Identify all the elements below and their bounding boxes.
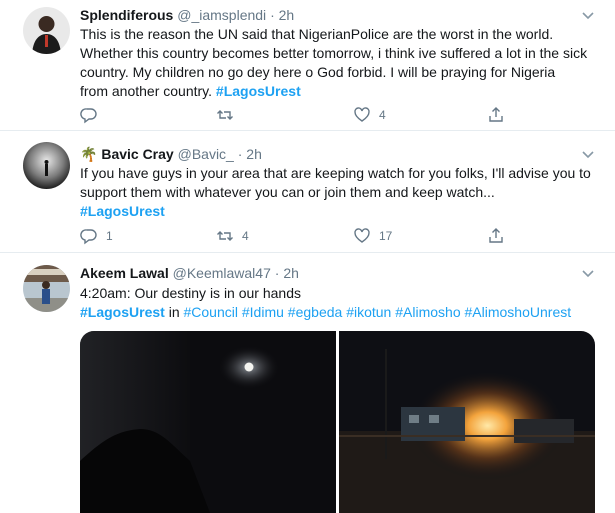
- display-name[interactable]: Bavic Cray: [101, 146, 173, 162]
- avatar[interactable]: [23, 265, 70, 312]
- hashtag-link[interactable]: #Idimu: [242, 304, 284, 320]
- avatar-image: [23, 142, 70, 189]
- tweet-line: If you have guys in your area that are k…: [80, 165, 591, 181]
- reply-button[interactable]: 1: [80, 227, 113, 245]
- avatar[interactable]: [23, 7, 70, 54]
- hashtag-link[interactable]: #LagosUrest: [80, 304, 165, 320]
- heart-icon: [354, 107, 370, 122]
- street-fire-photo: [339, 331, 595, 513]
- like-button[interactable]: 17: [353, 227, 392, 245]
- tweet-header: Splendiferous @_iamsplendi · 2h: [80, 6, 294, 24]
- reply-button[interactable]: [80, 106, 106, 124]
- tweet-media: [80, 331, 595, 513]
- media-photo-2[interactable]: [339, 331, 595, 513]
- tweet-line: Whether this country becomes better tomo…: [80, 45, 588, 61]
- like-count: 17: [379, 229, 393, 243]
- tweet-line: 4:20am: Our destiny is in our hands: [80, 285, 302, 301]
- display-name[interactable]: Akeem Lawal: [80, 265, 169, 281]
- hashtag-link[interactable]: #egbeda: [288, 304, 343, 320]
- retweet-icon: [217, 110, 233, 120]
- timestamp[interactable]: 2h: [283, 265, 299, 281]
- retweet-button[interactable]: 4: [216, 227, 249, 245]
- tweet-line: #LagosUrest in #Council #Idimu #egbeda #…: [80, 303, 605, 322]
- tweet-line: This is the reason the UN said that Nige…: [80, 26, 554, 42]
- separator-dot: ·: [270, 7, 275, 23]
- retweet-count: 4: [242, 229, 249, 243]
- tweet-line-text: from another country.: [80, 83, 216, 99]
- tweet-actions: 1 4 17: [80, 227, 520, 247]
- timeline-feed: Splendiferous @_iamsplendi · 2h This is …: [0, 0, 615, 513]
- hashtag-link[interactable]: #Alimosho: [395, 304, 460, 320]
- tweet-text: If you have guys in your area that are k…: [80, 164, 605, 221]
- tweet-text: This is the reason the UN said that Nige…: [80, 25, 605, 101]
- like-count: 4: [379, 108, 386, 122]
- separator-dot: ·: [237, 146, 243, 162]
- tweet-line: from another country. #LagosUrest: [80, 82, 605, 101]
- reply-count: 1: [106, 229, 113, 243]
- display-name[interactable]: Splendiferous: [80, 7, 173, 23]
- avatar-image: [23, 7, 70, 54]
- hashtag-link[interactable]: #LagosUrest: [80, 202, 605, 221]
- avatar-image: [23, 265, 70, 312]
- chevron-down-icon[interactable]: [581, 266, 595, 280]
- user-handle[interactable]: @Keemlawal47: [173, 265, 271, 281]
- reply-icon: [80, 229, 97, 245]
- share-button[interactable]: [487, 106, 505, 124]
- share-icon: [489, 107, 503, 122]
- reply-icon: [80, 108, 97, 124]
- tweet[interactable]: 🌴 Bavic Cray @Bavic_ · 2h If you have gu…: [0, 131, 615, 253]
- tweet-header: Akeem Lawal @Keemlawal47 · 2h: [80, 264, 299, 282]
- hashtag-link[interactable]: #Council: [184, 304, 238, 320]
- separator-dot: ·: [274, 265, 280, 281]
- hashtag-link[interactable]: #LagosUrest: [216, 83, 301, 99]
- share-icon: [489, 228, 503, 243]
- media-photo-1[interactable]: [80, 331, 336, 513]
- name-emoji: 🌴: [80, 146, 98, 162]
- share-button[interactable]: [487, 227, 505, 245]
- timestamp[interactable]: 2h: [279, 7, 295, 23]
- heart-icon: [354, 228, 370, 243]
- tweet-text: 4:20am: Our destiny is in our hands #Lag…: [80, 284, 605, 322]
- tweet-actions: 4: [80, 106, 520, 126]
- tweet[interactable]: Splendiferous @_iamsplendi · 2h This is …: [0, 0, 615, 131]
- retweet-button[interactable]: [216, 106, 242, 124]
- night-sky-photo: [80, 331, 336, 513]
- user-handle[interactable]: @Bavic_: [178, 146, 234, 162]
- chevron-down-icon[interactable]: [581, 8, 595, 22]
- tweet-line: country. My children no go dey here o Go…: [80, 64, 556, 80]
- timestamp[interactable]: 2h: [246, 146, 262, 162]
- tweet-line: support them with whatever you can or jo…: [80, 184, 495, 200]
- user-handle[interactable]: @_iamsplendi: [177, 7, 266, 23]
- hashtag-link[interactable]: #AlimoshoUnrest: [465, 304, 572, 320]
- avatar[interactable]: [23, 142, 70, 189]
- hashtag-link[interactable]: #ikotun: [346, 304, 391, 320]
- retweet-icon: [217, 231, 233, 241]
- tweet-header: 🌴 Bavic Cray @Bavic_ · 2h: [80, 145, 262, 163]
- chevron-down-icon[interactable]: [581, 147, 595, 161]
- tweet-line-text: in: [164, 304, 184, 320]
- like-button[interactable]: 4: [353, 106, 386, 124]
